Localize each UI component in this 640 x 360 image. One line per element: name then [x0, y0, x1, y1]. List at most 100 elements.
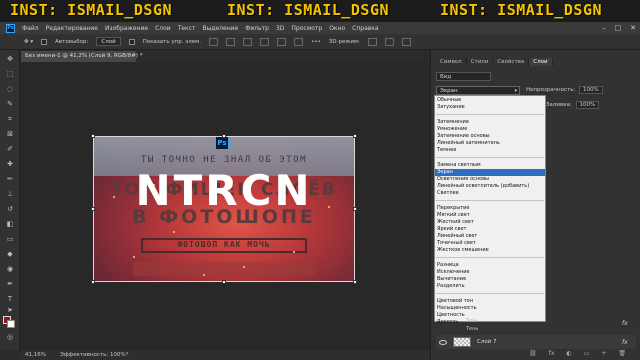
blend-mode-option[interactable]: Умножение — [435, 126, 545, 133]
blend-mode-option[interactable]: Разделить — [435, 283, 545, 290]
eye-icon[interactable] — [439, 339, 447, 345]
maximize-icon[interactable]: □ — [615, 24, 622, 32]
stamp-icon[interactable]: ⊥ — [5, 190, 15, 199]
path-select-icon[interactable]: ➤ — [5, 306, 15, 315]
align-bottom-icon[interactable] — [294, 37, 304, 46]
show-controls-checkbox[interactable] — [128, 38, 135, 45]
tab-properties[interactable]: Свойства — [493, 58, 530, 66]
brush-icon[interactable]: ✏ — [5, 175, 15, 184]
blend-mode-option[interactable]: Затемнение — [435, 119, 545, 126]
fx-icon[interactable]: fx — [622, 339, 628, 346]
blend-mode-option[interactable]: Цветность — [435, 312, 545, 319]
folder-icon[interactable]: ▭ — [584, 350, 590, 360]
menu-edit[interactable]: Редактирование — [46, 25, 98, 32]
orbit-3d-icon[interactable] — [367, 37, 377, 46]
zoom-level[interactable]: 41,16% — [25, 352, 46, 358]
align-right-icon[interactable] — [243, 37, 253, 46]
blend-mode-option[interactable]: Вычитание — [435, 276, 545, 283]
blend-mode-option[interactable]: Насыщенность — [435, 305, 545, 312]
menu-view[interactable]: Просмотр — [291, 25, 322, 32]
autoselect-checkbox[interactable] — [41, 38, 48, 45]
type-icon[interactable]: T — [5, 295, 15, 304]
transform-handle[interactable] — [353, 280, 357, 284]
layer-row[interactable]: Слой 7 — [436, 335, 636, 349]
blend-mode-option[interactable]: Мягкий свет — [435, 212, 545, 219]
transform-handle[interactable] — [353, 207, 357, 211]
blend-mode-option[interactable]: Обычные — [435, 97, 545, 104]
fx-icon[interactable]: fx — [622, 320, 628, 327]
pen-icon[interactable]: ✒ — [5, 280, 15, 289]
blend-mode-option[interactable]: Затемнение основы — [435, 133, 545, 140]
move-icon[interactable]: ✥ — [5, 55, 15, 64]
link-icon[interactable]: ⛓ — [529, 350, 537, 360]
align-top-icon[interactable] — [260, 37, 270, 46]
background-color-swatch[interactable] — [7, 320, 15, 328]
blend-mode-option[interactable]: Осветление основы — [435, 176, 545, 183]
roll-3d-icon[interactable] — [384, 37, 394, 46]
trash-icon[interactable]: 🗑 — [618, 350, 626, 360]
minimize-icon[interactable]: – — [602, 24, 606, 32]
transform-handle[interactable] — [222, 280, 226, 284]
document-tab[interactable]: Без имени-1 @ 41,2% (Слой 9, RGB/8#) * — [21, 51, 142, 62]
fx-icon[interactable]: fx — [549, 350, 555, 360]
opacity-input[interactable]: 100% — [579, 86, 603, 94]
more-options-icon[interactable]: ••• — [311, 39, 321, 45]
transform-handle[interactable] — [91, 134, 95, 138]
menu-file[interactable]: Файл — [22, 25, 39, 32]
blend-mode-option[interactable]: Темнее — [435, 147, 545, 154]
history-brush-icon[interactable]: ↺ — [5, 205, 15, 214]
quick-select-icon[interactable]: ✎ — [5, 100, 15, 109]
blend-mode-option[interactable]: Перекрытие — [435, 205, 545, 212]
layer-effect-shadow-1[interactable]: Тень — [466, 318, 478, 324]
blend-mode-option[interactable]: Разница — [435, 262, 545, 269]
menu-window[interactable]: Окно — [329, 25, 345, 32]
eyedropper-icon[interactable]: ✐ — [5, 145, 15, 154]
quick-mask-icon[interactable]: ◎ — [5, 333, 15, 342]
frame-icon[interactable]: ⊠ — [5, 130, 15, 139]
align-middle-icon[interactable] — [277, 37, 287, 46]
lasso-icon[interactable]: ◌ — [5, 85, 15, 94]
blur-icon[interactable]: ◆ — [5, 250, 15, 259]
transform-box[interactable] — [93, 136, 355, 282]
layer-kind-filter[interactable]: Вид — [436, 72, 491, 81]
blend-mode-option[interactable]: Яркий свет — [435, 226, 545, 233]
marquee-icon[interactable]: ⬚ — [5, 70, 15, 79]
menu-filter[interactable]: Фильтр — [245, 25, 269, 32]
tab-character[interactable]: Символ — [436, 58, 467, 66]
blend-mode-option[interactable]: Экран — [435, 169, 545, 176]
pan-3d-icon[interactable] — [401, 37, 411, 46]
close-icon[interactable]: ✕ — [630, 24, 636, 32]
menu-text[interactable]: Текст — [178, 25, 196, 32]
crop-icon[interactable]: ⌗ — [5, 115, 15, 124]
eraser-icon[interactable]: ◧ — [5, 220, 15, 229]
transform-handle[interactable] — [222, 134, 226, 138]
layer-effect-shadow-2[interactable]: Тень — [466, 326, 478, 332]
blend-mode-option[interactable]: Точечный свет — [435, 240, 545, 247]
transform-handle[interactable] — [353, 134, 357, 138]
blend-mode-option[interactable]: Линейный осветлитель (добавить) — [435, 183, 545, 190]
move-tool-icon[interactable]: ✥ ▾ — [24, 39, 33, 45]
menu-3d[interactable]: 3D — [276, 25, 284, 32]
healing-icon[interactable]: ✚ — [5, 160, 15, 169]
blend-mode-option[interactable]: Жесткий свет — [435, 219, 545, 226]
blend-mode-option[interactable]: Затухание — [435, 104, 545, 111]
blend-mode-option[interactable]: Линейный свет — [435, 233, 545, 240]
blend-mode-option[interactable]: Линейный затемнитель — [435, 140, 545, 147]
blend-mode-option[interactable]: Замена светлым — [435, 162, 545, 169]
blend-mode-select[interactable]: Экран ▾ — [436, 86, 520, 95]
transform-handle[interactable] — [91, 207, 95, 211]
transform-handle[interactable] — [91, 280, 95, 284]
menu-layers[interactable]: Слои — [155, 25, 171, 32]
blend-mode-option[interactable]: Светлее — [435, 190, 545, 197]
blend-mode-option[interactable]: Исключение — [435, 269, 545, 276]
align-left-icon[interactable] — [209, 37, 219, 46]
align-center-icon[interactable] — [226, 37, 236, 46]
menu-image[interactable]: Изображение — [105, 25, 148, 32]
photoshop-logo-icon[interactable]: Ps — [6, 23, 15, 33]
blend-mode-option[interactable]: Жесткое смешение — [435, 247, 545, 254]
blend-mode-option[interactable]: Цветовой тон — [435, 298, 545, 305]
dodge-icon[interactable]: ◉ — [5, 265, 15, 274]
tab-layers[interactable]: Слои — [529, 58, 553, 66]
mask-icon[interactable]: ◐ — [566, 350, 571, 360]
menu-select[interactable]: Выделение — [202, 25, 238, 32]
